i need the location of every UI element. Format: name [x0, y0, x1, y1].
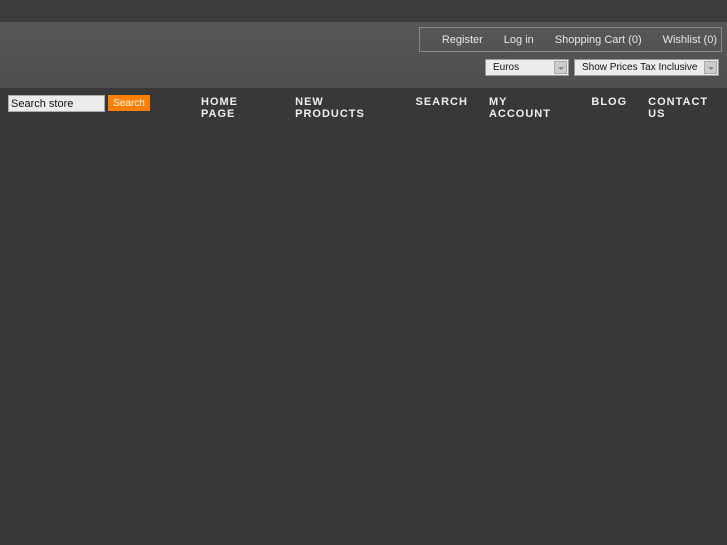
currency-select[interactable]: Euros [485, 59, 569, 76]
search-input[interactable] [8, 95, 105, 112]
chevron-down-icon [554, 61, 567, 74]
menu-home-page[interactable]: HOME PAGE [201, 96, 274, 120]
header: Register Log in Shopping Cart (0) Wishli… [0, 22, 727, 88]
menu-my-account[interactable]: MY ACCOUNT [489, 96, 570, 120]
search-button[interactable]: Search [108, 95, 150, 111]
login-link[interactable]: Log in [504, 34, 534, 46]
tax-display-value: Show Prices Tax Inclusive [582, 62, 698, 73]
chevron-down-icon [704, 61, 717, 74]
menu-contact-us[interactable]: CONTACT US [648, 96, 727, 120]
shopping-cart-link[interactable]: Shopping Cart (0) [555, 34, 642, 46]
main-menu: HOME PAGE NEW PRODUCTS SEARCH MY ACCOUNT… [201, 96, 727, 120]
currency-value: Euros [493, 62, 520, 73]
top-band [0, 0, 727, 22]
tax-display-select[interactable]: Show Prices Tax Inclusive [574, 59, 719, 76]
menu-new-products[interactable]: NEW PRODUCTS [295, 96, 394, 120]
nav-bar: Search HOME PAGE NEW PRODUCTS SEARCH MY … [0, 88, 727, 120]
menu-blog[interactable]: BLOG [591, 96, 627, 120]
wishlist-link[interactable]: Wishlist (0) [663, 34, 717, 46]
menu-search[interactable]: SEARCH [416, 96, 468, 120]
register-link[interactable]: Register [442, 34, 483, 46]
header-links: Register Log in Shopping Cart (0) Wishli… [419, 27, 722, 52]
